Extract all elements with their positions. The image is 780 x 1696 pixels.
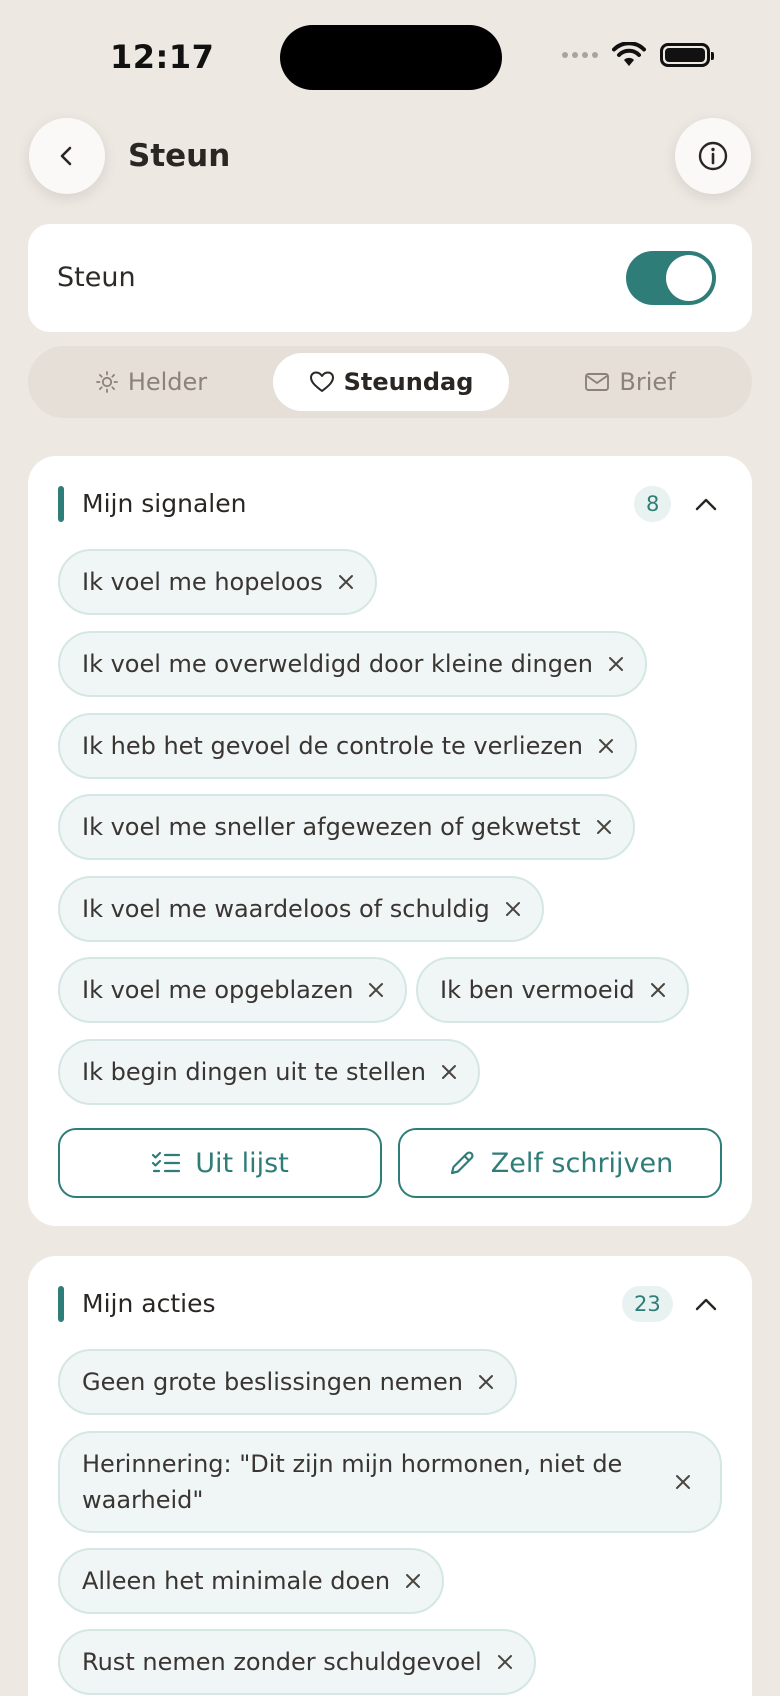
signalen-title: Mijn signalen	[82, 489, 247, 518]
tab-brief[interactable]: Brief	[515, 353, 745, 411]
info-icon	[698, 141, 728, 171]
close-icon[interactable]	[404, 1572, 422, 1590]
close-icon[interactable]	[504, 900, 522, 918]
tab-steundag[interactable]: Steundag	[273, 353, 509, 411]
signalen-card: Mijn signalen 8 Ik voel me hopeloos Ik v…	[28, 456, 752, 1226]
pencil-icon	[450, 1151, 474, 1175]
steun-toggle-label: Steun	[57, 262, 136, 293]
signal-chip[interactable]: Ik voel me overweldigd door kleine dinge…	[58, 631, 647, 697]
signal-chip[interactable]: Ik voel me hopeloos	[58, 549, 377, 615]
close-icon[interactable]	[367, 981, 385, 999]
signal-chip[interactable]: Ik voel me opgeblazen	[58, 957, 408, 1023]
sun-icon	[95, 371, 118, 393]
signal-chip-label: Ik voel me waardeloos of schuldig	[82, 895, 490, 923]
close-icon[interactable]	[477, 1373, 495, 1391]
signalen-count-badge: 8	[634, 486, 672, 522]
signal-chip-label: Ik voel me sneller afgewezen of gekwetst	[82, 813, 581, 841]
steun-toggle-card: Steun	[28, 224, 752, 332]
signal-chip-label: Ik voel me hopeloos	[82, 568, 323, 596]
page-title: Steun	[128, 138, 231, 174]
status-time: 12:17	[110, 38, 215, 76]
chevron-left-icon	[60, 146, 72, 166]
action-chip[interactable]: Alleen het minimale doen	[58, 1548, 445, 1614]
close-icon[interactable]	[597, 737, 615, 755]
cellular-signal-icon	[562, 52, 598, 58]
signal-chip-label: Ik heb het gevoel de controle te verliez…	[82, 732, 583, 760]
signal-chip[interactable]: Ik begin dingen uit te stellen	[58, 1039, 481, 1105]
acties-card: Mijn acties 23 Geen grote beslissingen n…	[28, 1256, 752, 1696]
steun-toggle-switch[interactable]	[626, 251, 716, 305]
section-accent-bar	[58, 1286, 64, 1322]
checklist-icon	[152, 1151, 181, 1173]
wifi-icon	[612, 42, 646, 66]
mode-segmented-control: Helder Steundag Brief	[28, 346, 752, 418]
close-icon[interactable]	[496, 1653, 514, 1671]
add-from-list-button[interactable]: Uit lijst	[58, 1128, 382, 1198]
close-icon[interactable]	[674, 1473, 692, 1491]
acties-header[interactable]: Mijn acties 23	[28, 1256, 752, 1346]
close-icon[interactable]	[607, 655, 625, 673]
close-icon[interactable]	[337, 573, 355, 591]
close-icon[interactable]	[440, 1063, 458, 1081]
action-chip[interactable]: Rust nemen zonder schuldgevoel	[58, 1629, 536, 1695]
signal-chip-label: Ik begin dingen uit te stellen	[82, 1058, 427, 1086]
action-chip-label: Herinnering: "Dit zijn mijn hormonen, ni…	[82, 1450, 623, 1514]
heart-icon	[309, 371, 334, 392]
close-icon[interactable]	[649, 981, 667, 999]
battery-icon	[660, 43, 714, 67]
section-accent-bar	[58, 486, 64, 522]
back-button[interactable]	[29, 118, 105, 194]
tab-helder-label: Helder	[127, 368, 208, 396]
signal-chip[interactable]: Ik heb het gevoel de controle te verliez…	[58, 713, 637, 779]
action-chip[interactable]: Herinnering: "Dit zijn mijn hormonen, ni…	[58, 1431, 722, 1533]
action-chip-label: Alleen het minimale doen	[82, 1567, 391, 1595]
chevron-up-icon[interactable]	[694, 494, 718, 514]
acties-title: Mijn acties	[82, 1289, 216, 1318]
mail-icon	[585, 373, 610, 391]
signal-chip[interactable]: Ik voel me waardeloos of schuldig	[58, 876, 544, 942]
tab-brief-label: Brief	[619, 368, 676, 396]
signal-chip-label: Ik voel me overweldigd door kleine dinge…	[82, 650, 593, 678]
status-indicators	[562, 42, 714, 68]
action-chip[interactable]: Geen grote beslissingen nemen	[58, 1349, 517, 1415]
signal-chip-label: Ik ben vermoeid	[440, 976, 635, 1004]
status-bar: 12:17	[0, 0, 780, 112]
chevron-up-icon[interactable]	[694, 1294, 718, 1314]
write-own-button[interactable]: Zelf schrijven	[398, 1128, 722, 1198]
acties-count-badge: 23	[622, 1286, 673, 1322]
dynamic-island	[280, 25, 502, 90]
info-button[interactable]	[675, 118, 751, 194]
write-own-label: Zelf schrijven	[490, 1147, 674, 1179]
tab-helder[interactable]: Helder	[35, 353, 267, 411]
signal-chip-label: Ik voel me opgeblazen	[82, 976, 354, 1004]
signalen-header[interactable]: Mijn signalen 8	[28, 456, 752, 546]
action-chip-label: Rust nemen zonder schuldgevoel	[82, 1648, 482, 1676]
close-icon[interactable]	[595, 818, 613, 836]
signal-chip[interactable]: Ik ben vermoeid	[416, 957, 689, 1023]
tab-steundag-label: Steundag	[343, 368, 474, 396]
signal-chip[interactable]: Ik voel me sneller afgewezen of gekwetst	[58, 794, 635, 860]
add-from-list-label: Uit lijst	[195, 1147, 289, 1179]
action-chip-label: Geen grote beslissingen nemen	[82, 1368, 463, 1396]
